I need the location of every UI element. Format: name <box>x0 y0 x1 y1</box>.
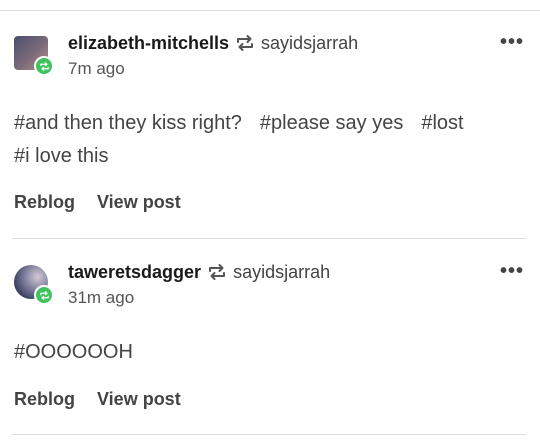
reblog-badge-icon <box>34 285 54 305</box>
reblog-button[interactable]: Reblog <box>14 389 75 410</box>
reblog-icon <box>207 263 227 281</box>
view-post-button[interactable]: View post <box>97 192 181 213</box>
tag-link[interactable]: #and then they kiss right? <box>14 112 242 134</box>
avatar[interactable] <box>14 265 54 305</box>
tag-link[interactable]: #lost <box>421 112 463 134</box>
tag-list: #OOOOOOH <box>14 336 526 369</box>
post-actions: Reblog View post <box>14 192 203 213</box>
tag-link[interactable]: #please say yes <box>260 112 403 134</box>
tag-list: #and then they kiss right? #please say ye… <box>14 107 526 173</box>
reblog-icon <box>235 34 255 52</box>
avatar[interactable] <box>14 36 54 76</box>
tag-link[interactable]: #OOOOOOH <box>14 341 133 363</box>
post-timestamp[interactable]: 31m ago <box>68 288 134 308</box>
top-divider <box>0 10 540 11</box>
more-options-icon[interactable]: ••• <box>500 261 524 281</box>
source-link[interactable]: sayidsjarrah <box>261 32 358 54</box>
post-header: elizabeth-mitchells sayidsjarrah <box>68 32 358 54</box>
post-actions: Reblog View post <box>14 389 203 410</box>
source-link[interactable]: sayidsjarrah <box>233 261 330 283</box>
view-post-button[interactable]: View post <box>97 389 181 410</box>
reblog-badge-icon <box>34 56 54 76</box>
username-link[interactable]: taweretsdagger <box>68 261 201 283</box>
reblog-button[interactable]: Reblog <box>14 192 75 213</box>
post-divider <box>12 434 526 435</box>
username-link[interactable]: elizabeth-mitchells <box>68 32 229 54</box>
post-timestamp[interactable]: 7m ago <box>68 59 125 79</box>
tag-link[interactable]: #i love this <box>14 145 109 167</box>
post-header: taweretsdagger sayidsjarrah <box>68 261 330 283</box>
more-options-icon[interactable]: ••• <box>500 32 524 52</box>
post-divider <box>12 238 526 239</box>
